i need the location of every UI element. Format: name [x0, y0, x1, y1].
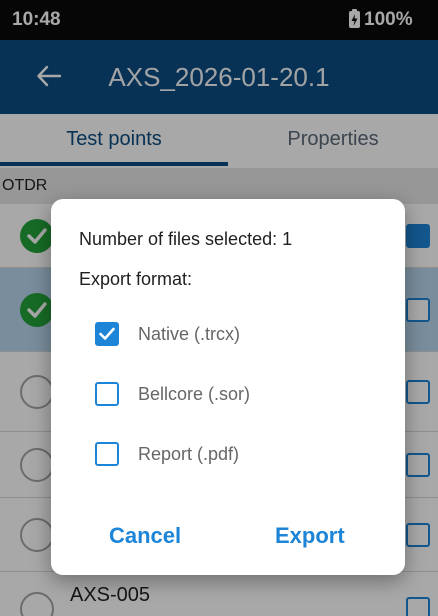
cancel-button[interactable]: Cancel — [109, 523, 181, 549]
option-native[interactable]: Native (.trcx) — [95, 319, 375, 351]
option-label: Native (.trcx) — [138, 324, 241, 344]
option-report[interactable]: Report (.pdf) — [95, 439, 375, 471]
option-label: Report (.pdf) — [138, 444, 240, 464]
export-dialog: Number of files selected: 1 Export forma… — [51, 199, 405, 575]
option-label: Bellcore (.sor) — [138, 384, 251, 404]
checkbox-icon[interactable] — [95, 442, 119, 466]
export-format-label: Export format: — [79, 269, 193, 289]
checkbox-icon[interactable] — [95, 382, 119, 406]
export-button[interactable]: Export — [275, 523, 345, 549]
checkbox-checked-icon[interactable] — [95, 322, 119, 346]
files-selected-text: Number of files selected: 1 — [79, 229, 293, 249]
option-bellcore[interactable]: Bellcore (.sor) — [95, 379, 375, 411]
